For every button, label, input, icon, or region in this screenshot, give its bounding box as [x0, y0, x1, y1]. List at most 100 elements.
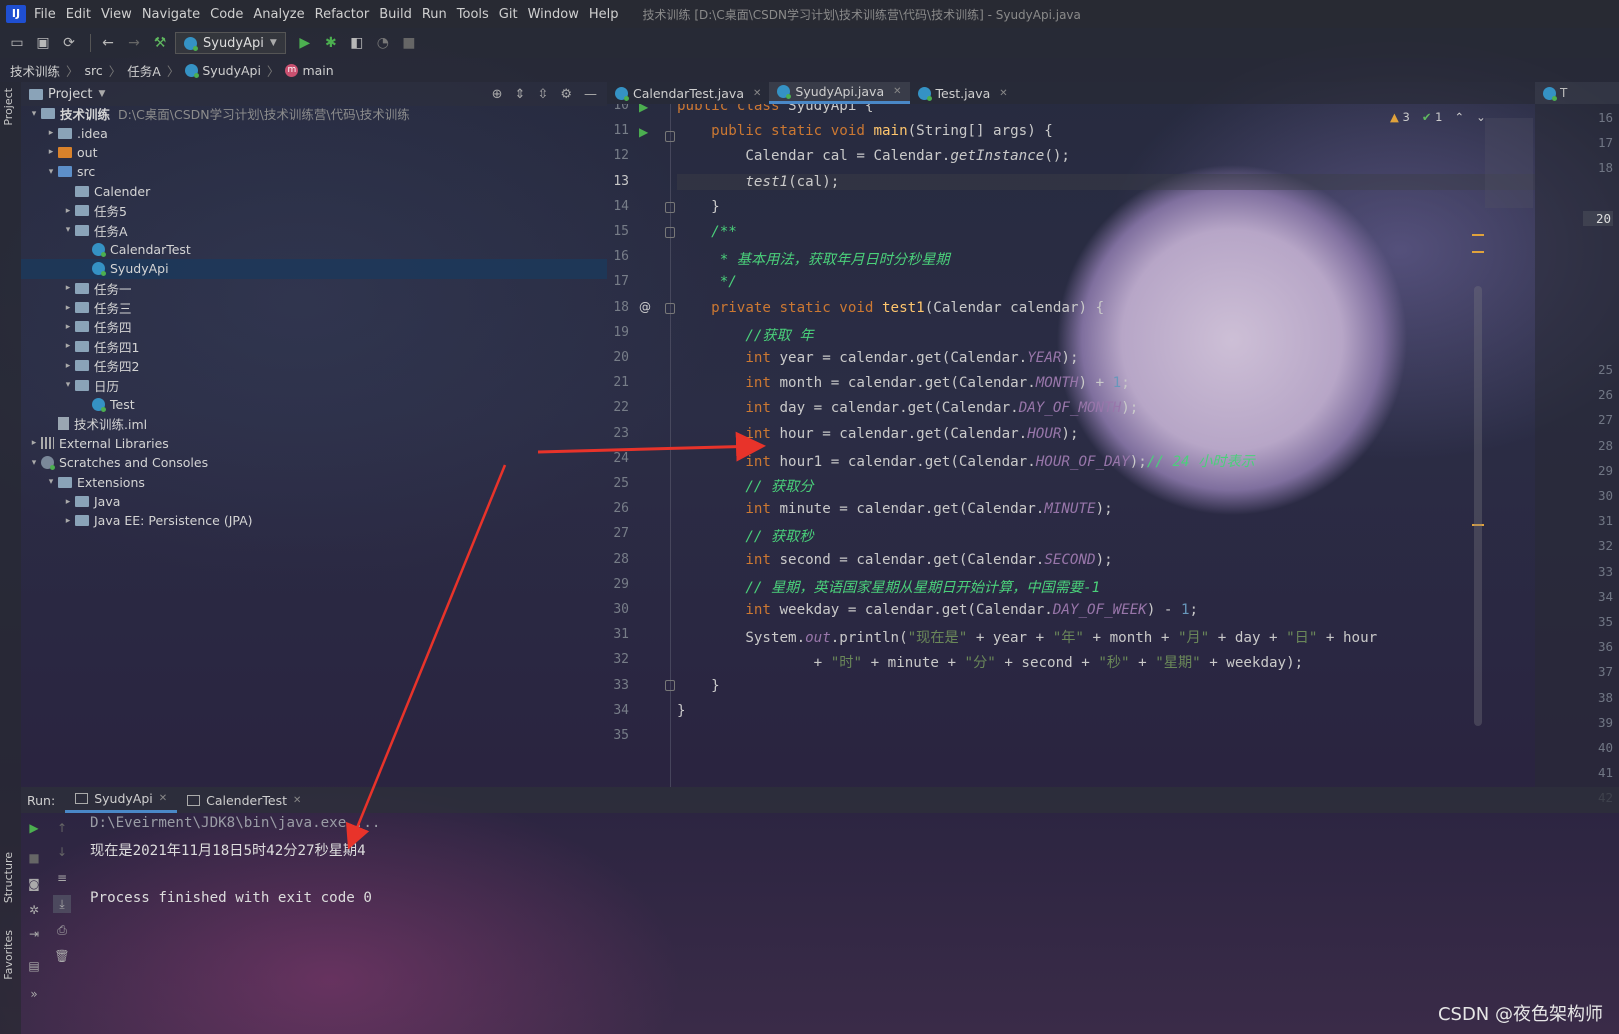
tree-item[interactable]: ▾ Extensions: [21, 472, 607, 491]
code-line[interactable]: int hour = calendar.get(Calendar.HOUR);: [677, 426, 1078, 442]
run-icon[interactable]: ▶: [294, 32, 316, 54]
chevron-up-icon[interactable]: ⌃: [1454, 110, 1464, 124]
menu-analyze[interactable]: Analyze: [253, 7, 304, 22]
menu-tools[interactable]: Tools: [457, 7, 489, 22]
save-icon[interactable]: ▣: [32, 32, 54, 54]
chevron-right-icon[interactable]: ▸: [61, 322, 75, 332]
code-line[interactable]: // 获取秒: [677, 526, 813, 546]
build-icon[interactable]: ⚒: [149, 32, 171, 54]
close-icon[interactable]: ✕: [753, 88, 761, 99]
code-line[interactable]: * 基本用法，获取年月日时分秒星期: [677, 249, 950, 269]
chevron-down-icon[interactable]: ▾: [61, 380, 75, 390]
profile-icon[interactable]: ◔: [372, 32, 394, 54]
code-line[interactable]: Calendar cal = Calendar.getInstance();: [677, 148, 1070, 164]
tree-item[interactable]: ▾ 技术训练 D:\C桌面\CSDN学习计划\技术训练营\代码\技术训练: [21, 104, 607, 123]
hide-icon[interactable]: —: [584, 87, 597, 102]
tree-item[interactable]: ▸ 任务三: [21, 298, 607, 317]
override-at-icon[interactable]: @: [639, 300, 651, 314]
tree-item[interactable]: ▸ External Libraries: [21, 434, 607, 453]
code-line[interactable]: int day = calendar.get(Calendar.DAY_OF_M…: [677, 400, 1138, 416]
tree-item[interactable]: ▸ Java: [21, 492, 607, 511]
chevron-right-icon[interactable]: ▸: [61, 206, 75, 216]
menu-navigate[interactable]: Navigate: [142, 7, 200, 22]
favorites-tool-tab[interactable]: Favorites: [2, 930, 15, 980]
menu-window[interactable]: Window: [528, 7, 579, 22]
close-icon[interactable]: ✕: [893, 86, 901, 97]
expand-all-icon[interactable]: ⇕: [515, 87, 526, 102]
stop-icon[interactable]: ■: [25, 849, 43, 867]
tree-item[interactable]: SyudyApi: [21, 259, 607, 279]
code-line[interactable]: int weekday = calendar.get(Calendar.DAY_…: [677, 602, 1198, 618]
menu-refactor[interactable]: Refactor: [315, 7, 370, 22]
tab-syudyapi[interactable]: SyudyApi.java ✕: [769, 82, 910, 104]
minimap[interactable]: [1485, 118, 1533, 208]
menu-edit[interactable]: Edit: [66, 7, 91, 22]
editor-gutter[interactable]: 10 11 12 13 14 15 16 17 18 19 20 21 22 23 24 25 26 27 28 29…: [607, 104, 675, 787]
warning-stripe[interactable]: [1472, 234, 1484, 236]
run-tab-calendertest[interactable]: CalenderTest ✕: [177, 787, 311, 813]
code-line[interactable]: }: [677, 199, 720, 215]
tree-item[interactable]: Calender: [21, 182, 607, 201]
arrow-up-icon[interactable]: ↑: [53, 819, 71, 837]
chevron-down-icon[interactable]: ▾: [61, 225, 75, 235]
tab-calendartest[interactable]: CalendarTest.java ✕: [607, 82, 769, 104]
tree-item[interactable]: 技术训练.iml: [21, 414, 607, 433]
menu-run[interactable]: Run: [422, 7, 447, 22]
chevron-down-icon[interactable]: ▾: [27, 109, 41, 119]
code-line[interactable]: int year = calendar.get(Calendar.YEAR);: [677, 350, 1078, 366]
code-line[interactable]: }: [677, 703, 686, 719]
tree-item[interactable]: ▸ 任务四2: [21, 356, 607, 375]
code-line[interactable]: public class SyudyApi {: [677, 104, 873, 114]
breadcrumb-project[interactable]: 技术训练: [10, 61, 60, 80]
stop-icon[interactable]: ■: [398, 32, 420, 54]
code-line[interactable]: public static void main(String[] args) {: [677, 123, 1053, 139]
tree-item[interactable]: ▾ Scratches and Consoles: [21, 453, 607, 472]
code-line[interactable]: int minute = calendar.get(Calendar.MINUT…: [677, 501, 1112, 517]
code-line[interactable]: test1(cal);: [677, 173, 1535, 190]
close-icon[interactable]: ✕: [293, 795, 301, 806]
tree-item[interactable]: CalendarTest: [21, 240, 607, 259]
tree-item[interactable]: ▸ 任务一: [21, 279, 607, 298]
breadcrumb-class[interactable]: SyudyApi: [185, 63, 261, 78]
code-line[interactable]: int hour1 = calendar.get(Calendar.HOUR_O…: [677, 451, 1254, 471]
code-editor[interactable]: 10 11 12 13 14 15 16 17 18 19 20 21 22 23 24 25 26 27 28 29…: [607, 104, 1535, 787]
code-line[interactable]: + "时" + minute + "分" + second + "秒" + "星…: [677, 652, 1304, 672]
tree-item[interactable]: ▸ 任务四1: [21, 337, 607, 356]
print-icon[interactable]: ⎙: [53, 921, 71, 939]
chevron-right-icon[interactable]: ▸: [61, 303, 75, 313]
tree-item[interactable]: ▾ 日历: [21, 375, 607, 394]
close-icon[interactable]: ✕: [159, 793, 167, 804]
editor-scrollbar[interactable]: [1474, 286, 1482, 726]
debug-icon[interactable]: ✱: [320, 32, 342, 54]
tree-item[interactable]: ▾ src: [21, 162, 607, 181]
rerun-icon[interactable]: ▶: [25, 819, 43, 837]
scroll-to-end-icon[interactable]: ⤓: [53, 895, 71, 913]
tree-item[interactable]: ▸ 任务5: [21, 201, 607, 220]
sync-icon[interactable]: ⟳: [58, 32, 80, 54]
run-gutter-icon[interactable]: ▶: [639, 104, 648, 114]
split-editor-tab[interactable]: T: [1535, 82, 1619, 104]
locate-icon[interactable]: ⊕: [492, 87, 503, 102]
soft-wrap-icon[interactable]: ≡: [53, 869, 71, 887]
chevron-right-icon[interactable]: ▸: [61, 341, 75, 351]
exit-icon[interactable]: ⇥: [25, 925, 43, 943]
chevron-right-icon[interactable]: ▸: [44, 147, 58, 157]
code-line[interactable]: //获取 年: [677, 325, 813, 345]
tree-item[interactable]: ▸ 任务四: [21, 317, 607, 336]
inspection-widget[interactable]: ▲ 3 ✔ 1 ⌃ ⌄: [1390, 110, 1486, 124]
code-line[interactable]: private static void test1(Calendar calen…: [677, 300, 1104, 316]
project-panel-title[interactable]: Project: [48, 87, 92, 102]
camera-icon[interactable]: ◙: [25, 875, 43, 893]
ok-count[interactable]: ✔ 1: [1422, 110, 1443, 124]
chevron-down-icon[interactable]: ▾: [44, 477, 58, 487]
breadcrumb-package[interactable]: 任务A: [127, 61, 161, 80]
trash-icon[interactable]: 🗑: [53, 947, 71, 965]
more-icon[interactable]: »: [25, 985, 43, 1003]
code-line[interactable]: */: [677, 274, 737, 290]
tree-item[interactable]: ▸ out: [21, 143, 607, 162]
tree-item[interactable]: ▾ 任务A: [21, 220, 607, 239]
menu-view[interactable]: View: [101, 7, 132, 22]
fold-marker-icon[interactable]: [665, 131, 675, 142]
chevron-right-icon[interactable]: ▸: [61, 516, 75, 526]
chevron-right-icon[interactable]: ▸: [44, 128, 58, 138]
